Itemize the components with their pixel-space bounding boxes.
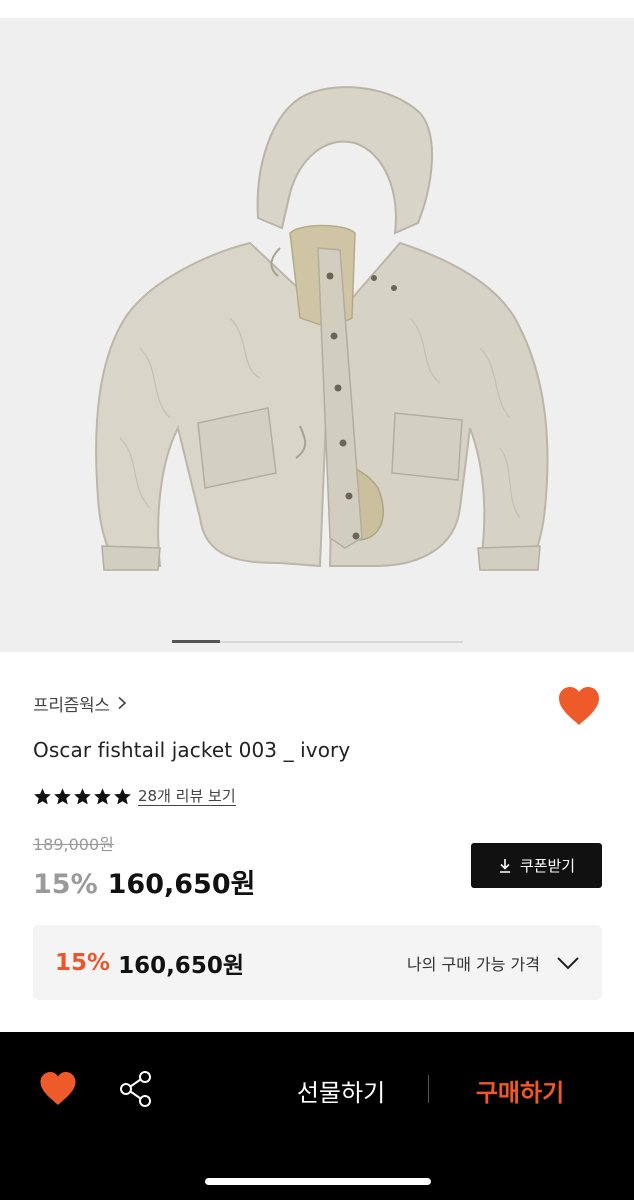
bottom-action-bar <box>0 1032 634 1200</box>
coupon-button-label: 쿠폰받기 <box>519 857 576 875</box>
my-price-dropdown[interactable]: 15% 160,650원 나의 구매 가능 가격 <box>33 925 602 1000</box>
chevron-right-icon <box>118 696 126 710</box>
brand-link[interactable]: 프리즘웍스 <box>33 690 128 716</box>
home-indicator <box>205 1178 431 1185</box>
star-icon <box>34 787 51 804</box>
star-icon <box>114 787 131 804</box>
product-title: Oscar fishtail jacket 003 _ ivory <box>33 738 351 762</box>
rating-stars <box>33 787 132 806</box>
my-price-label: 나의 구매 가능 가격 <box>406 954 540 974</box>
rating-row[interactable]: 28개 리뷰 보기 <box>33 784 236 808</box>
star-icon <box>54 787 71 804</box>
review-link[interactable]: 28개 리뷰 보기 <box>138 787 236 806</box>
price-row: 15% 160,650원 <box>33 862 255 901</box>
product-image-gallery[interactable] <box>0 18 634 652</box>
coupon-button[interactable]: 쿠폰받기 <box>471 843 602 888</box>
brand-name: 프리즘웍스 <box>33 695 110 716</box>
gallery-page-indicator-active <box>172 640 220 643</box>
gallery-page-indicator <box>172 640 463 643</box>
product-image-jacket <box>95 86 549 571</box>
heart-icon[interactable] <box>556 685 602 727</box>
status-strip <box>0 0 634 18</box>
divider <box>428 1075 429 1103</box>
sale-price: 160,650원 <box>107 869 256 900</box>
chevron-down-icon <box>557 956 579 969</box>
share-icon[interactable] <box>118 1070 154 1108</box>
my-price-value: 160,650원 <box>118 952 244 979</box>
star-icon <box>94 787 111 804</box>
original-price: 189,000원 <box>33 835 114 854</box>
download-icon <box>499 859 510 873</box>
buy-button[interactable]: 구매하기 <box>440 1068 600 1112</box>
heart-icon[interactable] <box>38 1070 78 1107</box>
star-icon <box>74 787 91 804</box>
my-price-discount: 15% <box>55 949 111 976</box>
gift-button[interactable]: 선물하기 <box>260 1068 422 1112</box>
discount-rate: 15% <box>33 869 98 900</box>
